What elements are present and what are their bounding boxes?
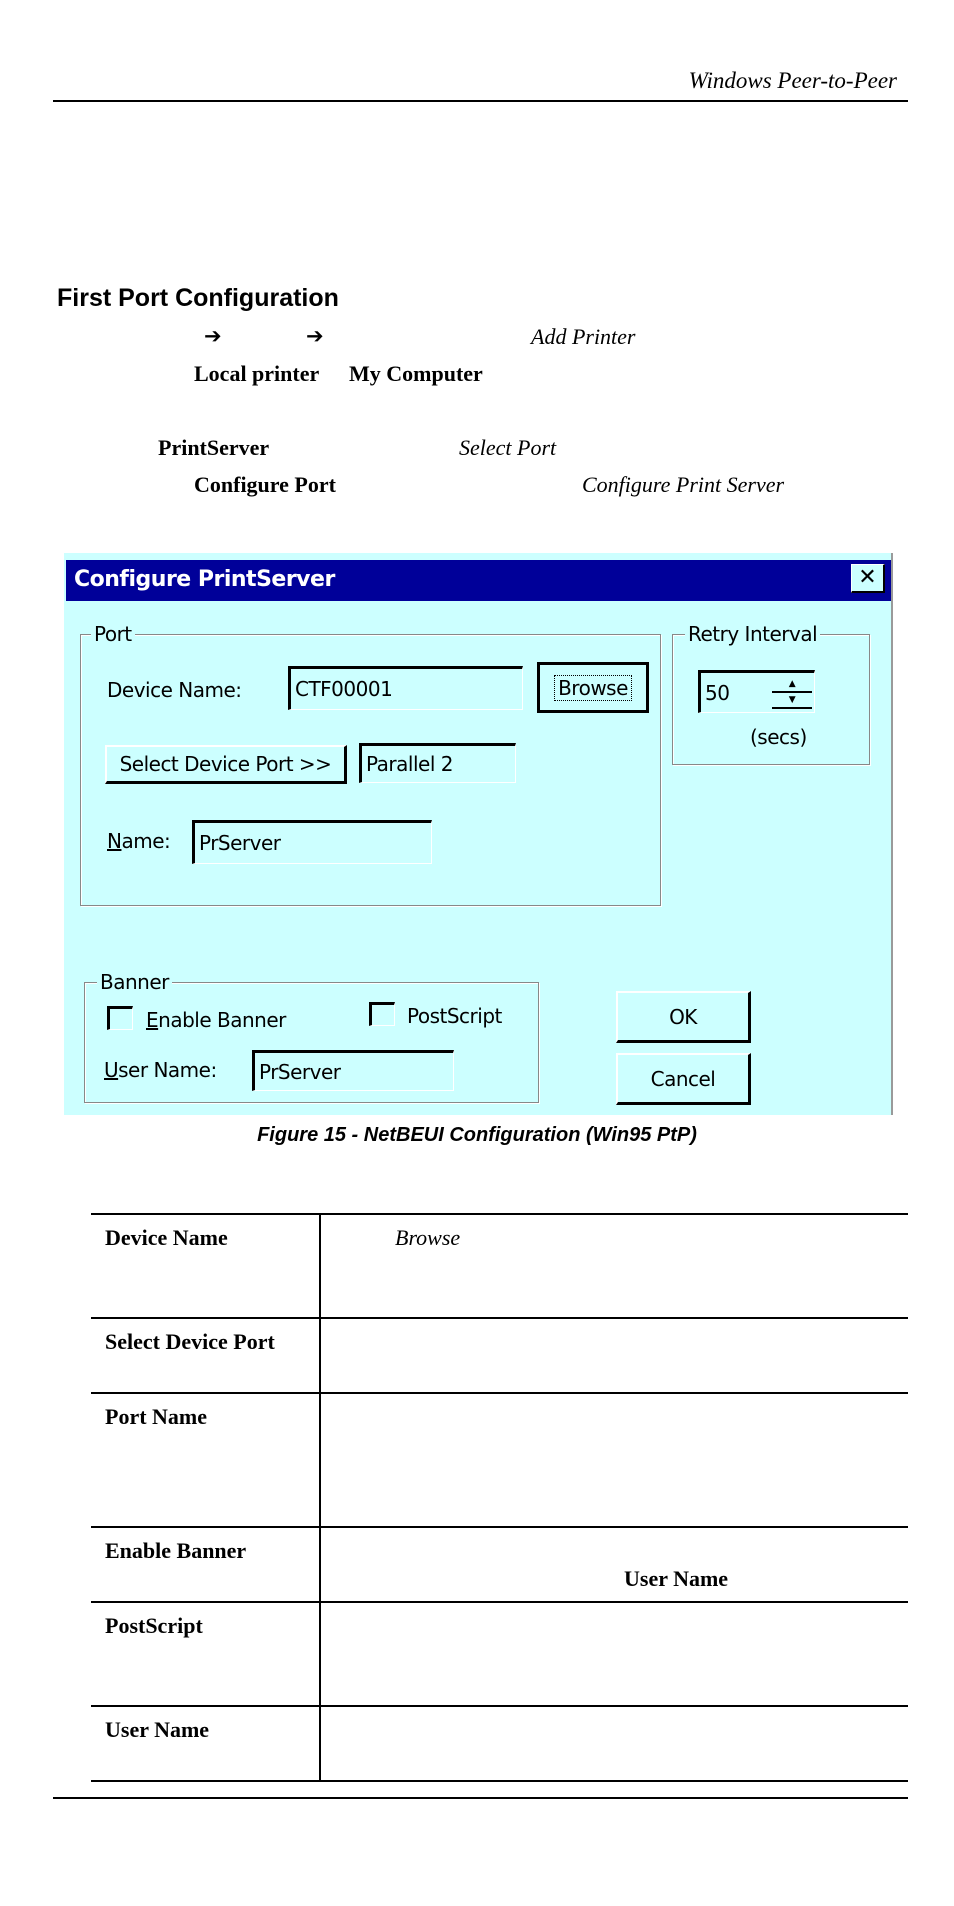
table-value-cell <box>320 1706 908 1781</box>
step2-local-printer: Local printer <box>194 361 320 386</box>
close-button[interactable]: ✕ <box>851 564 885 593</box>
table-value-cell <box>320 1602 908 1706</box>
retry-units-label: (secs) <box>750 725 807 749</box>
enable-banner-checkbox[interactable] <box>107 1006 133 1030</box>
postscript-checkbox[interactable] <box>369 1002 395 1026</box>
table-value-cell <box>320 1318 908 1393</box>
figure-caption: Figure 15 - NetBEUI Configuration (Win95… <box>257 1124 697 1146</box>
table-key-cell: User Name <box>91 1706 321 1781</box>
dialog-title-bar[interactable]: Configure PrintServer ✕ <box>66 560 891 601</box>
table-row: User Name <box>91 1706 908 1781</box>
dialog-title: Configure PrintServer <box>74 567 335 592</box>
spin-down-icon[interactable]: ▼ <box>772 693 812 709</box>
step2-my-computer: My Computer <box>349 361 483 386</box>
name-label: Name: <box>107 829 171 853</box>
table-row: Enable Banner User Name <box>91 1527 908 1602</box>
header-rule <box>53 100 908 102</box>
table-row: Device Name Browse <box>91 1214 908 1318</box>
step4-configure-print-server: Configure Print Server <box>582 472 785 497</box>
table-key-cell: Select Device Port <box>91 1318 321 1393</box>
arrow-icon: ➔ <box>204 324 222 348</box>
close-x-icon: ✕ <box>858 565 877 590</box>
configure-printserver-dialog: Configure PrintServer ✕ Port Device Name… <box>64 553 893 1115</box>
ok-button[interactable]: OK <box>616 991 751 1043</box>
table-row: PostScript <box>91 1602 908 1706</box>
field-description-table: Device Name Browse Select Device Port Po… <box>91 1213 908 1782</box>
table-row: Port Name <box>91 1393 908 1527</box>
step4-configure-port: Configure Port <box>194 472 336 497</box>
banner-group-legend: Banner <box>97 970 172 994</box>
table-row: Select Device Port <box>91 1318 908 1393</box>
table-value-cell: Browse <box>395 1225 461 1250</box>
table-key-cell: Enable Banner <box>91 1527 321 1602</box>
user-name-label: User Name: <box>104 1058 217 1082</box>
table-value-cell: User Name <box>624 1566 729 1591</box>
port-group-legend: Port <box>91 622 135 646</box>
table-key-cell: Port Name <box>91 1393 321 1527</box>
browse-button[interactable]: Browse <box>537 662 649 713</box>
step1-add-printer: Add Printer <box>531 324 636 349</box>
device-name-label: Device Name: <box>107 678 242 702</box>
section-heading: First Port Configuration <box>57 284 339 312</box>
footer-rule <box>53 1797 908 1799</box>
step3-select-port: Select Port <box>459 435 557 460</box>
user-name-input[interactable]: PrServer <box>252 1050 454 1091</box>
table-value-cell <box>320 1393 908 1527</box>
retry-interval-spinbox[interactable]: 50 ▲ ▼ <box>698 670 815 713</box>
postscript-label[interactable]: PostScript <box>407 1004 502 1028</box>
table-key-cell: Device Name <box>91 1214 321 1318</box>
name-input[interactable]: PrServer <box>192 820 432 864</box>
table-key-cell: PostScript <box>91 1602 321 1706</box>
device-port-field[interactable]: Parallel 2 <box>359 743 516 783</box>
retry-interval-legend: Retry Interval <box>685 622 821 646</box>
spin-control[interactable]: ▲ ▼ <box>772 677 812 711</box>
spin-up-icon[interactable]: ▲ <box>772 677 812 693</box>
select-device-port-button[interactable]: Select Device Port >> <box>105 745 347 784</box>
cancel-button[interactable]: Cancel <box>616 1053 751 1105</box>
page-header-title: Windows Peer-to-Peer <box>688 68 897 93</box>
device-name-input[interactable]: CTF00001 <box>288 666 523 710</box>
step3-printserver: PrintServer <box>158 435 270 460</box>
arrow-icon: ➔ <box>306 324 324 348</box>
enable-banner-label[interactable]: Enable Banner <box>146 1008 286 1032</box>
